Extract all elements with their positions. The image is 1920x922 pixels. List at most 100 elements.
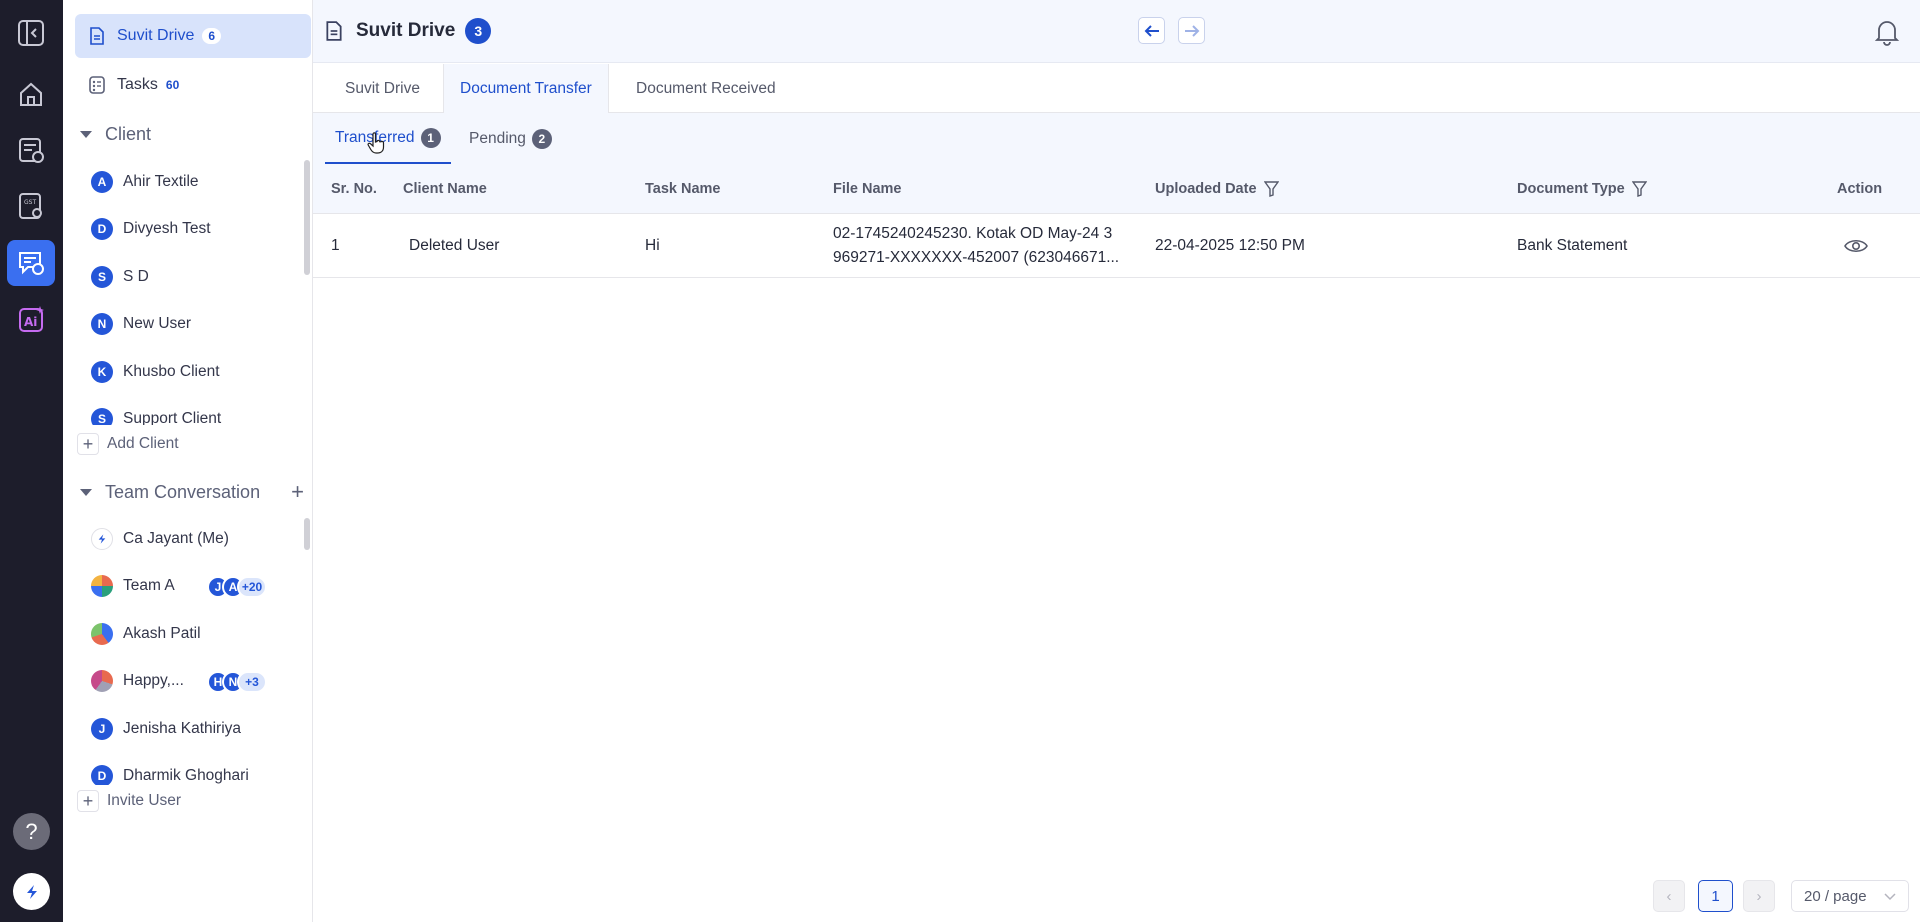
file-name-line: 969271-XXXXXXX-452007 (623046671...: [833, 249, 1120, 266]
member-name: Happy,...: [123, 672, 184, 690]
list-item[interactable]: Team A J A +20: [75, 563, 305, 611]
tasks-rail-button[interactable]: [7, 127, 55, 173]
cell-task: Hi: [645, 237, 660, 254]
client-name: New User: [123, 315, 192, 333]
drive-count-badge: 6: [202, 28, 222, 44]
invite-user-label: Invite User: [107, 792, 182, 809]
caret-down-icon: [80, 488, 92, 496]
client-name: Support Client: [123, 410, 222, 425]
list-item[interactable]: Akash Patil: [75, 610, 305, 658]
sidebar-item-tasks[interactable]: Tasks 60: [75, 63, 311, 107]
top-bar: Suvit Drive 3: [313, 0, 1920, 63]
ai-button[interactable]: Ai: [7, 296, 55, 342]
tab-document-received[interactable]: Document Received: [620, 64, 792, 113]
home-button[interactable]: [7, 71, 55, 117]
list-item[interactable]: Ca Jayant (Me): [75, 515, 305, 563]
list-item[interactable]: A Ahir Textile: [75, 158, 305, 206]
list-item[interactable]: SS D: [75, 253, 305, 301]
list-item[interactable]: S Support Client: [75, 396, 305, 425]
subtab-transferred[interactable]: Transferred 1: [325, 113, 451, 164]
team-list-scrollbar[interactable]: [304, 518, 310, 550]
sidebar-item-suvit-drive[interactable]: Suvit Drive 6: [75, 14, 311, 58]
column-header-date: Uploaded Date: [1155, 164, 1279, 214]
column-header-type-label: Document Type: [1517, 181, 1625, 197]
collapse-icon: [18, 20, 44, 46]
avatar: [91, 622, 113, 645]
avatar: N: [91, 313, 113, 336]
page-number[interactable]: 1: [1698, 880, 1733, 912]
avatar: K: [91, 360, 113, 383]
list-item[interactable]: J Jenisha Kathiriya: [75, 705, 305, 753]
member-name: Jenisha Kathiriya: [123, 719, 242, 737]
gst-button[interactable]: GST: [7, 183, 55, 229]
document-icon: [87, 26, 107, 46]
chat-clock-icon: [19, 252, 44, 275]
count-badge: 2: [531, 128, 552, 149]
member-name: Dharmik Ghoghari: [123, 767, 249, 785]
filter-icon[interactable]: [1263, 181, 1279, 197]
member-name: Ca Jayant (Me): [123, 529, 229, 547]
sidebar: Suvit Drive 6 Tasks 60 Client A Ahir Text…: [63, 0, 313, 922]
plus-icon: +: [77, 433, 99, 455]
filter-icon[interactable]: [1631, 181, 1647, 197]
list-item[interactable]: K Khusbo Client: [75, 348, 305, 396]
client-list: A Ahir Textile D Divyesh Test S S D N New Us…: [75, 158, 305, 425]
avatar: S: [91, 408, 113, 425]
prev-page-button[interactable]: ‹: [1653, 880, 1685, 912]
tasks-icon: [87, 75, 107, 95]
add-conversation-icon[interactable]: +: [291, 479, 304, 505]
list-item[interactable]: N New User: [75, 301, 305, 349]
column-header-date-label: Uploaded Date: [1155, 181, 1257, 197]
chat-button[interactable]: [7, 240, 55, 286]
avatar: [91, 670, 113, 693]
avatar: J: [91, 717, 113, 740]
suvit-logo[interactable]: [13, 873, 50, 910]
subtab-pending[interactable]: Pending 2: [459, 113, 562, 164]
avatar: D: [91, 218, 113, 241]
notifications-button[interactable]: [1874, 18, 1900, 51]
page-title-text: Suvit Drive: [356, 20, 456, 41]
client-list-scrollbar[interactable]: [304, 160, 310, 275]
team-section-header[interactable]: Team Conversation +: [80, 478, 310, 506]
client-name: Ahir Textile: [123, 172, 199, 190]
title-count-badge: 3: [465, 18, 492, 44]
client-section-header[interactable]: Client: [80, 120, 310, 148]
page-size-select[interactable]: 20 / page: [1791, 880, 1909, 912]
ai-icon: Ai: [19, 306, 44, 332]
tab-document-transfer[interactable]: Document Transfer: [443, 64, 609, 114]
help-button[interactable]: ?: [13, 813, 50, 850]
next-page-button[interactable]: ›: [1743, 880, 1775, 912]
invite-user-button[interactable]: + Invite User: [77, 790, 181, 812]
left-rail: GST Ai ?: [0, 0, 63, 922]
forward-button[interactable]: [1178, 17, 1205, 44]
column-header-task: Task Name: [645, 181, 721, 197]
back-button[interactable]: [1138, 17, 1165, 44]
arrow-right-icon: [1184, 24, 1199, 37]
list-item[interactable]: D Dharmik Ghoghari: [75, 753, 305, 785]
list-item[interactable]: Happy,... H N +3: [75, 658, 305, 706]
svg-text:GST: GST: [24, 199, 36, 206]
view-button[interactable]: [1844, 214, 1868, 278]
transfer-table: Sr. No. Client Name Task Name File Name …: [313, 164, 1920, 278]
suvit-logo-icon: [26, 884, 37, 899]
gst-icon: GST: [19, 193, 42, 219]
tasks-count-badge: 60: [165, 78, 180, 92]
column-header-action: Action: [1837, 181, 1883, 197]
file-name-line: 02-1745240245230. Kotak OD May-24 3: [833, 225, 1113, 242]
collapse-sidebar-button[interactable]: [7, 10, 55, 56]
tab-suvit-drive[interactable]: Suvit Drive: [313, 64, 436, 113]
bell-icon: [1874, 21, 1900, 46]
client-name: Khusbo Client: [123, 362, 220, 380]
member-name: Akash Patil: [123, 624, 201, 642]
table-row[interactable]: 1 Deleted User Hi 02-1745240245230. Kota…: [313, 214, 1920, 278]
table-header: Sr. No. Client Name Task Name File Name …: [313, 164, 1920, 214]
more-members-badge: +3: [237, 670, 267, 693]
member-stack: H N +3: [207, 670, 267, 693]
team-list: Ca Jayant (Me) Team A J A +20 Akash Patil …: [75, 515, 305, 785]
avatar: S: [91, 265, 113, 288]
hand-cursor-icon: [367, 132, 385, 159]
add-client-button[interactable]: + Add Client: [77, 433, 179, 455]
client-name: Divyesh Test: [123, 220, 211, 238]
list-item[interactable]: D Divyesh Test: [75, 206, 305, 254]
count-badge: 1: [420, 127, 441, 148]
